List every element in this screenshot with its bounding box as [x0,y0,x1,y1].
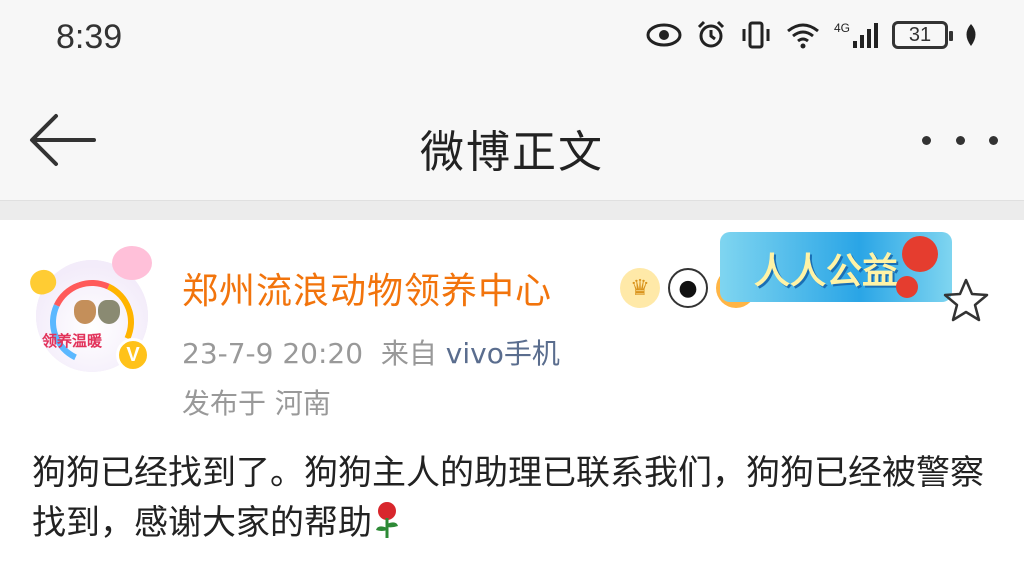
charity-banner-text: 人人公益 [754,251,899,292]
charity-banner[interactable]: 人人公益 [720,232,952,302]
panda-badge-icon[interactable]: ● [668,268,708,308]
author-name[interactable]: 郑州流浪动物领养中心 [182,262,552,314]
status-icons: 4G 31 [646,20,980,50]
post-body: 狗狗已经找到了。狗狗主人的助理已联系我们，狗狗已经被警察找到，感谢大家的帮助 [32,448,992,548]
post-meta: 23-7-9 20:20 来自 vivo手机 [182,332,560,372]
star-icon [943,278,989,322]
signal-icon: 4G [834,21,878,49]
leaf-icon [962,22,980,48]
post-card: 领养温暖 V 郑州流浪动物领养中心 ♛ ● ◕ 人人公益 23-7-9 20:2… [0,220,1024,574]
rose-icon [372,500,402,540]
pig-decoration-icon [112,246,152,280]
post-source[interactable]: vivo手机 [446,337,560,370]
verified-badge-icon: V [116,338,150,372]
page-title: 微博正文 [420,127,604,178]
status-time: 8:39 [56,18,123,56]
cat-figure [98,300,120,324]
network-type: 4G [833,21,850,35]
post-date: 23-7-9 20:20 [182,337,364,370]
post-location: 发布于 河南 [182,387,331,420]
more-dot [989,135,998,145]
favorite-star-button[interactable] [942,276,990,324]
dog-figure [74,300,96,324]
vibrate-icon [740,20,772,50]
section-divider [0,200,1024,220]
battery-level: 31 [908,23,932,46]
avatar[interactable]: 领养温暖 V [26,246,152,372]
more-dot [955,135,965,145]
wifi-icon [786,21,820,49]
more-button[interactable] [922,120,998,160]
battery-icon: 31 [892,21,953,49]
more-dot [922,135,931,145]
crown-badge-icon[interactable]: ♛ [620,268,660,308]
post-body-text: 狗狗已经找到了。狗狗主人的助理已联系我们，狗狗已经被警察找到，感谢大家的帮助 [32,453,984,543]
mascot-small-icon [896,276,918,298]
alarm-icon [696,20,726,50]
avatar-text: 领养温暖 [42,332,103,350]
mascot-icon [902,236,938,272]
eye-icon [646,21,682,49]
source-prefix: 来自 [380,337,437,370]
header: 微博正文 [0,80,1024,200]
status-bar: 8:39 4G 31 [0,0,1024,80]
